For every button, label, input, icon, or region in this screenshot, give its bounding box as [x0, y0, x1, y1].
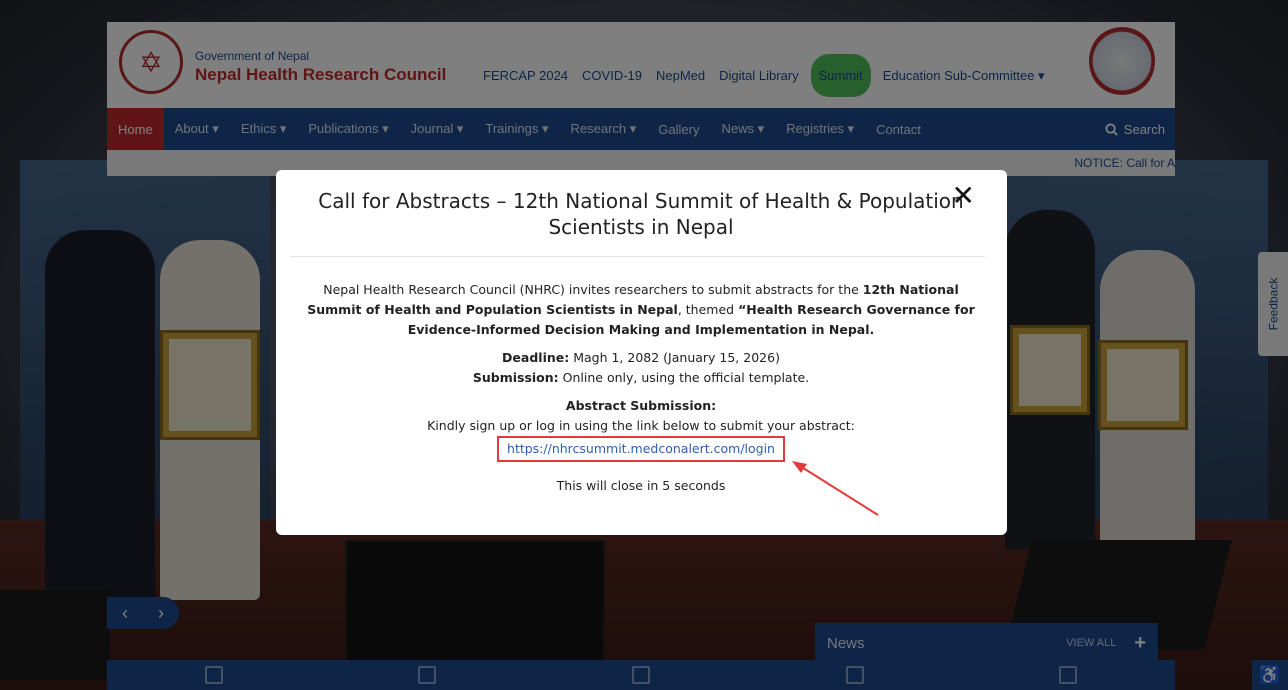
- announcement-modal: Call for Abstracts – 12th National Summi…: [276, 170, 1007, 535]
- abstract-heading-text: Abstract Submission:: [565, 398, 717, 413]
- auto-close-notice: This will close in 5 seconds: [556, 478, 726, 493]
- submission-value: Online only, using the official template…: [558, 370, 810, 385]
- abstract-login-link[interactable]: https://nhrcsummit.medconalert.com/login: [497, 436, 785, 462]
- intro-text-mid: , themed: [677, 302, 739, 317]
- close-icon[interactable]: ✕: [952, 182, 975, 210]
- abstract-heading: Abstract Submission:: [306, 396, 976, 416]
- deadline-value: Magh 1, 2082 (January 15, 2026): [569, 350, 780, 365]
- modal-intro: Nepal Health Research Council (NHRC) inv…: [306, 280, 976, 340]
- modal-divider: [290, 256, 985, 257]
- intro-text: Nepal Health Research Council (NHRC) inv…: [323, 282, 863, 297]
- abstract-instruction: Kindly sign up or log in using the link …: [427, 418, 855, 433]
- submission-label: Submission:: [472, 370, 559, 385]
- deadline-line: Deadline: Magh 1, 2082 (January 15, 2026…: [306, 348, 976, 368]
- modal-body: Nepal Health Research Council (NHRC) inv…: [306, 280, 976, 496]
- modal-title: Call for Abstracts – 12th National Summi…: [318, 189, 964, 239]
- deadline-label: Deadline:: [502, 350, 570, 365]
- submission-line: Submission: Online only, using the offic…: [306, 368, 976, 388]
